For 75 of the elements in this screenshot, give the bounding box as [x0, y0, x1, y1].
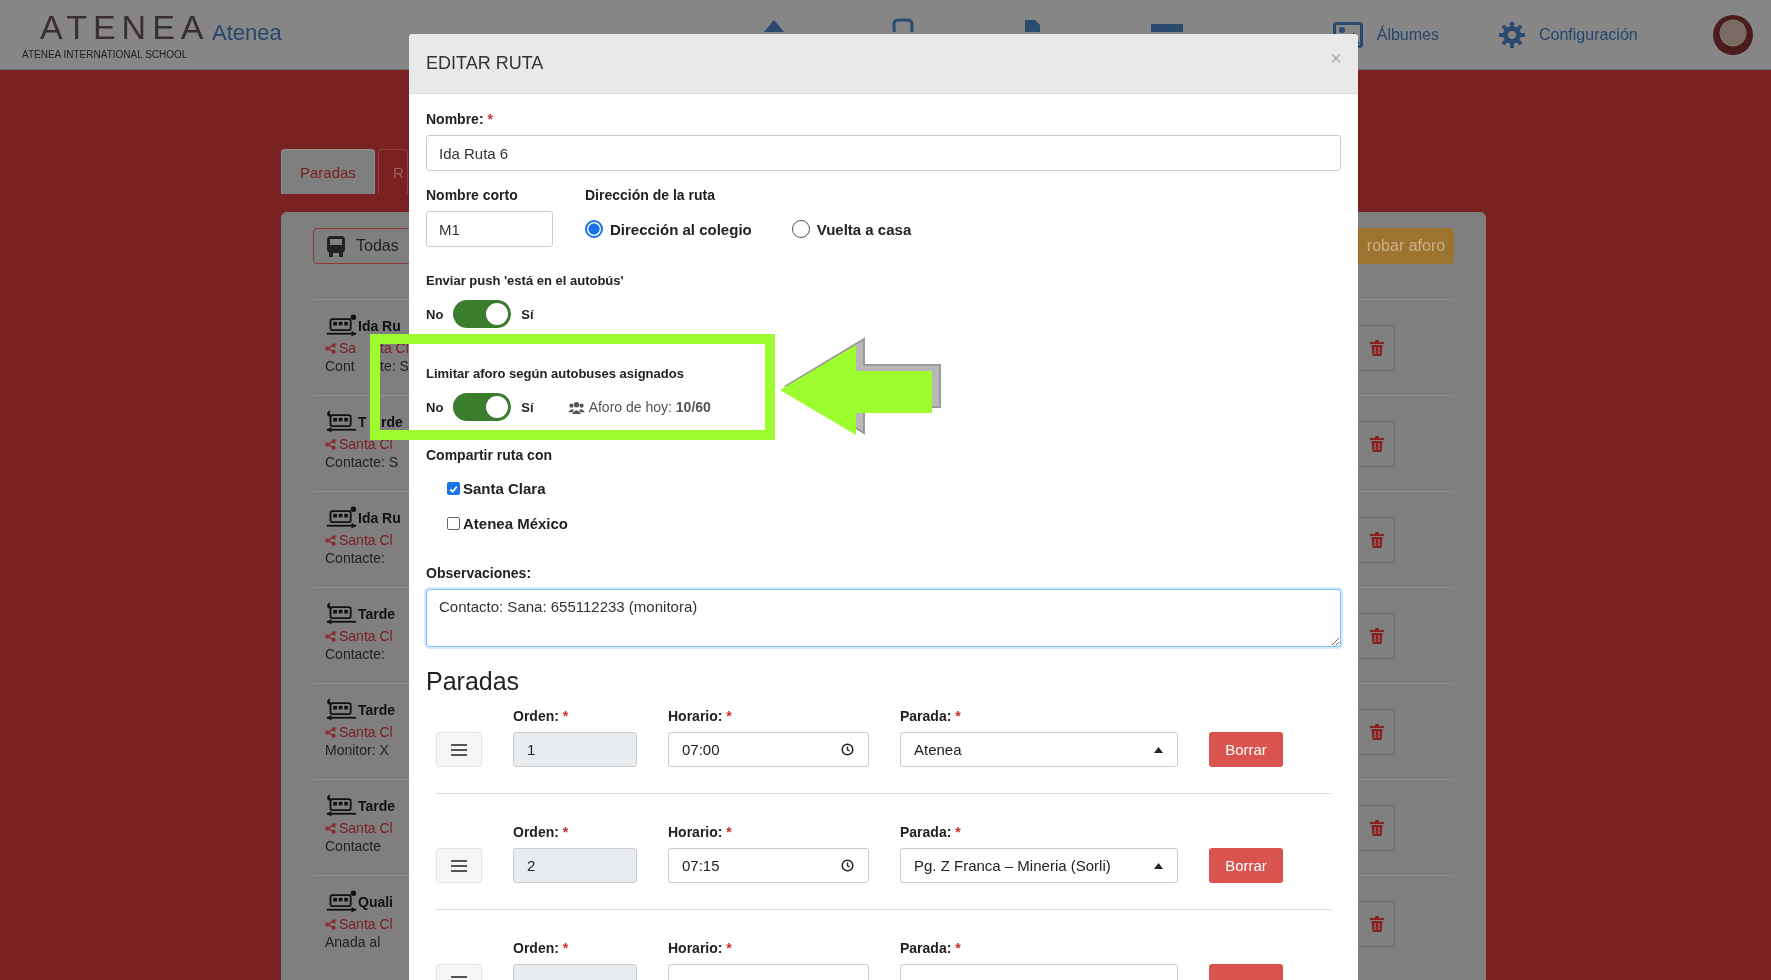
- radio-option[interactable]: Vuelta a casa: [791, 220, 912, 238]
- route-title[interactable]: rde: [381, 413, 403, 430]
- field-label: Observaciones:: [426, 565, 532, 581]
- route-note: Contacte:: [325, 550, 385, 566]
- required-mark: *: [955, 708, 961, 724]
- required-mark: *: [726, 940, 732, 956]
- field-label: Orden:: [513, 824, 559, 840]
- shared-school: Sa: [339, 340, 357, 356]
- order-field[interactable]: 1: [513, 732, 637, 767]
- shared-school: Santa Cl: [339, 628, 393, 644]
- required-mark: *: [562, 708, 569, 724]
- logo[interactable]: ATENEA: [22, 9, 210, 45]
- field-label: Parada:: [900, 940, 952, 956]
- route-note: Contacte: [325, 838, 382, 854]
- shared-school: Santa Cl: [339, 916, 393, 932]
- shared-school: Santa Cl: [339, 724, 393, 740]
- route-note: Anada al: [325, 934, 381, 950]
- route-note: te: S: [380, 358, 409, 374]
- toggle-on-label: Sí: [521, 399, 534, 415]
- field-label: Dirección de la ruta: [585, 187, 715, 203]
- field-label: Enviar push 'está en el autobús': [426, 273, 624, 288]
- route-title[interactable]: Tarde: [358, 605, 396, 622]
- checkbox-option[interactable]: Atenea México: [447, 506, 1341, 541]
- field-label: Parada:: [900, 824, 952, 840]
- field-label: Compartir ruta con: [426, 447, 552, 463]
- checkbox-option[interactable]: Santa Clara: [447, 471, 1341, 506]
- tab[interactable]: Paradas: [281, 149, 375, 194]
- field-label: Nombre:: [426, 111, 484, 127]
- field-label: Parada:: [900, 708, 952, 724]
- required-mark: *: [562, 940, 569, 956]
- required-mark: *: [726, 824, 732, 840]
- required-mark: *: [562, 824, 569, 840]
- radio-option[interactable]: Dirección al colegio: [585, 220, 752, 238]
- delete-stop-button[interactable]: Borrar: [1209, 848, 1283, 883]
- logo-subtitle: ATENEA INTERNATIONAL SCHOOL: [22, 49, 188, 60]
- field-label: Nombre corto: [426, 187, 518, 203]
- route-title[interactable]: Ida Ru: [358, 509, 401, 526]
- route-title[interactable]: Tarde: [358, 701, 396, 718]
- route-note: Monitor: X: [325, 742, 389, 758]
- required-mark: *: [955, 824, 961, 840]
- toggle-off-label: No: [426, 306, 444, 322]
- route-note: Contacte: S: [325, 454, 399, 470]
- route-note: Contacte:: [325, 646, 385, 662]
- toggle-off-label: No: [426, 399, 444, 415]
- route-title[interactable]: Ida Ru: [358, 317, 401, 334]
- field-label: Orden:: [513, 708, 559, 724]
- toggle-on-label: Sí: [521, 306, 534, 322]
- shared-school: Santa Cl: [339, 820, 393, 836]
- name-field[interactable]: Ida Ruta 6: [426, 135, 1341, 171]
- nav-link[interactable]: Configuración: [1499, 21, 1638, 48]
- notes-field[interactable]: Contacto: Sana: 655112233 (monitora): [426, 589, 1341, 647]
- field-label: Horario:: [668, 940, 723, 956]
- capacity-info: Aforo de hoy: 10/60: [588, 399, 711, 415]
- section-heading: Paradas: [426, 667, 521, 696]
- order-field[interactable]: 2: [513, 848, 637, 883]
- required-mark: *: [487, 111, 493, 127]
- stop-select[interactable]: Pg. Z Franca – Mineria (Sorli): [900, 848, 1178, 883]
- route-note: Cont: [325, 358, 355, 374]
- time-field[interactable]: 07:15: [668, 848, 869, 883]
- time-field[interactable]: 07:00: [668, 732, 869, 767]
- shared-school: Santa Cl: [339, 532, 393, 548]
- field-label: Limitar aforo según autobuses asignados: [426, 366, 684, 381]
- brand-name[interactable]: Atenea: [212, 20, 282, 46]
- required-mark: *: [955, 940, 961, 956]
- required-mark: *: [726, 708, 732, 724]
- field-label: Horario:: [668, 708, 723, 724]
- field-label: Orden:: [513, 940, 559, 956]
- dialog-title: EDITAR RUTA: [426, 53, 544, 74]
- route-title[interactable]: T: [358, 413, 367, 430]
- delete-stop-button[interactable]: Borrar: [1209, 732, 1283, 767]
- route-title[interactable]: Tarde: [358, 797, 396, 814]
- route-title[interactable]: Quali: [358, 893, 393, 910]
- short-name-field[interactable]: M1: [426, 211, 553, 247]
- stop-select[interactable]: Atenea: [900, 732, 1178, 767]
- field-label: Horario:: [668, 824, 723, 840]
